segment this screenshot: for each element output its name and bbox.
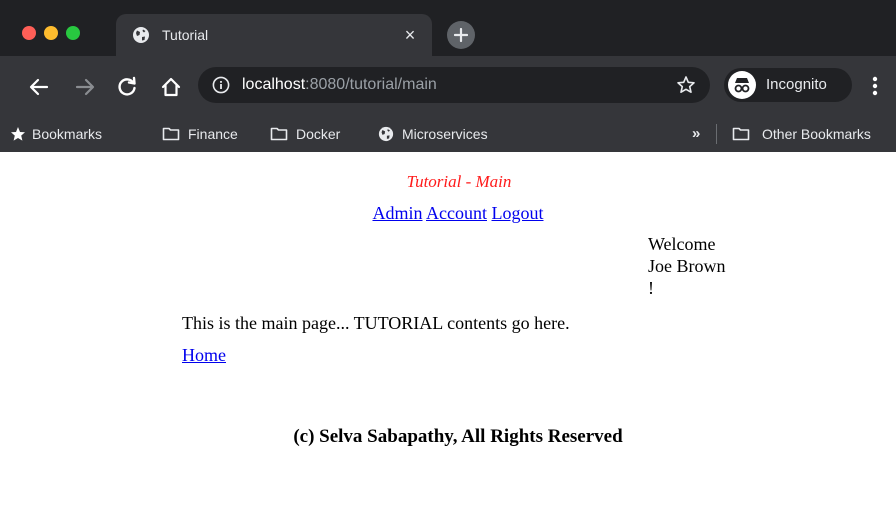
address-bar[interactable]: localhost:8080/tutorial/main [198, 67, 710, 103]
main-text: This is the main page... TUTORIAL conten… [182, 313, 570, 333]
bookmark-label: Bookmarks [32, 126, 103, 142]
new-tab-button[interactable] [447, 21, 475, 49]
maximize-window-button[interactable] [66, 26, 80, 40]
star-icon [11, 127, 25, 141]
url-path: :8080/tutorial/main [305, 76, 437, 93]
tab-tutorial[interactable]: Tutorial × [116, 14, 432, 56]
folder-icon [162, 127, 180, 141]
url-text: localhost:8080/tutorial/main [242, 75, 437, 95]
arrow-right-icon [75, 78, 95, 96]
home-link[interactable]: Home [182, 344, 226, 366]
logout-link[interactable]: Logout [492, 203, 544, 223]
info-icon[interactable] [212, 76, 230, 94]
bookmark-star-icon[interactable] [676, 75, 696, 95]
bookmark-label: Microservices [402, 126, 488, 142]
bookmarks-overflow-button[interactable]: » [692, 125, 700, 143]
close-icon[interactable]: × [400, 25, 420, 45]
bookmark-bookmarks[interactable]: Bookmarks [10, 125, 140, 143]
welcome-message: Welcome Joe Brown ! [648, 233, 768, 299]
admin-link[interactable]: Admin [372, 203, 422, 223]
footer-copyright: (c) Selva Sabapathy, All Rights Reserved [293, 426, 623, 447]
folder-icon [732, 127, 750, 141]
arrow-left-icon [29, 78, 49, 96]
tab-strip: Tutorial × [0, 0, 896, 56]
bookmark-label: Finance [188, 126, 238, 142]
bookmark-label: Docker [296, 126, 341, 142]
browser-window: Tutorial × localhost:8080/tutorial/main … [0, 0, 896, 153]
page-nav: Admin Account Logout [0, 202, 896, 224]
welcome-punctuation: ! [648, 278, 654, 298]
bookmark-microservices[interactable]: Microservices [378, 125, 518, 143]
incognito-profile-button[interactable]: Incognito [724, 68, 852, 102]
minimize-window-button[interactable] [44, 26, 58, 40]
welcome-line: Welcome [648, 234, 716, 254]
globe-icon [132, 26, 150, 44]
page-title: Tutorial - Main [406, 172, 512, 191]
bookmarks-bar: Bookmarks Finance Docker Microservices » [0, 116, 896, 153]
page-content: Tutorial - Main Admin Account Logout Wel… [0, 152, 896, 516]
other-bookmarks[interactable]: Other Bookmarks [732, 125, 892, 143]
tab-title: Tutorial [162, 27, 209, 43]
more-vert-icon[interactable] [870, 74, 880, 98]
url-host: localhost [242, 76, 306, 93]
globe-icon [378, 126, 394, 142]
toolbar: localhost:8080/tutorial/main Incognito [0, 56, 896, 116]
user-name: Joe Brown [648, 256, 726, 276]
back-button[interactable] [28, 76, 50, 98]
account-link[interactable]: Account [426, 203, 487, 223]
home-button[interactable] [160, 76, 182, 98]
folder-icon [270, 127, 288, 141]
reload-button[interactable] [116, 76, 138, 98]
bookmark-finance[interactable]: Finance [162, 125, 252, 143]
reload-icon [118, 76, 136, 96]
bookmarks-divider [716, 124, 717, 144]
home-icon [161, 77, 181, 97]
forward-button[interactable] [74, 76, 96, 98]
bookmark-docker[interactable]: Docker [270, 125, 360, 143]
incognito-label: Incognito [766, 76, 827, 93]
close-window-button[interactable] [22, 26, 36, 40]
plus-icon [454, 28, 468, 42]
other-bookmarks-label: Other Bookmarks [762, 126, 871, 142]
incognito-icon [728, 71, 756, 99]
